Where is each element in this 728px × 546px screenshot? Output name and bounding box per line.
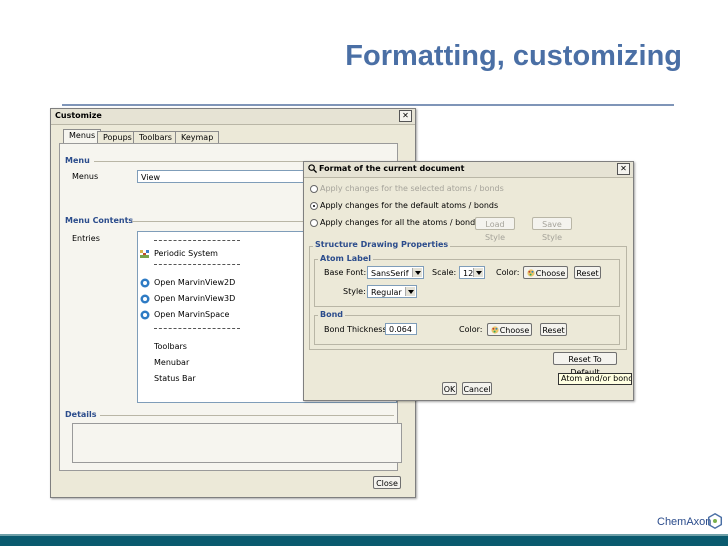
palette-icon	[491, 326, 499, 334]
list-item-open-marvinview2d[interactable]: Open MarvinView2D	[154, 278, 235, 287]
close-button[interactable]: Close	[373, 476, 401, 489]
list-separator	[154, 264, 240, 265]
tooltip: Atom and/or bond dra	[558, 373, 632, 385]
atom-color-label: Color:	[496, 268, 520, 277]
style-value: Regular	[371, 288, 402, 297]
list-separator	[154, 240, 240, 241]
radio-default-atoms[interactable]	[310, 202, 318, 210]
ok-button[interactable]: OK	[442, 382, 457, 395]
radio-all-atoms[interactable]	[310, 219, 318, 227]
chemaxon-logo: ChemAxon	[657, 516, 712, 528]
bond-thickness-label: Bond Thickness:	[324, 325, 390, 334]
list-item-open-marvinview3d[interactable]: Open MarvinView3D	[154, 294, 235, 303]
list-item-open-marvinspace[interactable]: Open MarvinSpace	[154, 310, 229, 319]
reset-to-default-button[interactable]: Reset To Default	[553, 352, 617, 377]
marvin-icon	[140, 294, 150, 304]
menus-select-value: View	[141, 173, 160, 182]
close-icon[interactable]: ✕	[617, 163, 630, 175]
palette-icon	[527, 269, 535, 277]
style-select[interactable]: Regular	[367, 285, 417, 298]
title-divider	[62, 104, 674, 106]
details-section-label: Details	[65, 410, 97, 419]
structure-drawing-group-title: Structure Drawing Properties	[313, 240, 451, 249]
list-item-periodic-system[interactable]: Periodic System	[154, 249, 218, 258]
atom-label-group-title: Atom Label	[318, 254, 374, 263]
format-title: Format of the current document	[319, 164, 465, 173]
load-style-button[interactable]: Load Style	[475, 217, 515, 242]
entries-label: Entries	[72, 234, 100, 243]
menu-section-label: Menu	[65, 156, 90, 165]
save-style-button[interactable]: Save Style	[532, 217, 572, 242]
format-dialog: Format of the current document ✕ Apply c…	[303, 161, 634, 401]
scale-value: 12	[463, 269, 474, 278]
base-font-label: Base Font:	[324, 268, 367, 277]
bond-reset-button[interactable]: Reset	[540, 323, 567, 336]
scale-select[interactable]: 12	[459, 266, 485, 279]
marvin-icon	[140, 310, 150, 320]
close-icon[interactable]: ✕	[399, 110, 412, 122]
atom-reset-button[interactable]: Reset	[574, 266, 601, 279]
list-item-menubar[interactable]: Menubar	[154, 358, 189, 367]
atom-choose-color-button[interactable]: Choose	[523, 266, 568, 279]
list-item-status-bar[interactable]: Status Bar	[154, 374, 196, 383]
list-separator	[154, 328, 240, 329]
scale-label: Scale:	[432, 268, 457, 277]
radio-default-atoms-label: Apply changes for the default atoms / bo…	[320, 201, 499, 210]
base-font-value: SansSerif	[371, 269, 409, 278]
bond-thickness-input[interactable]: 0.064	[385, 323, 417, 335]
tab-menus[interactable]: Menus	[63, 129, 102, 144]
marvin-icon	[140, 278, 150, 288]
bond-group-title: Bond	[318, 310, 346, 319]
cancel-button[interactable]: Cancel	[462, 382, 492, 395]
list-item-toolbars[interactable]: Toolbars	[154, 342, 187, 351]
section-divider	[100, 415, 394, 416]
base-font-select[interactable]: SansSerif	[367, 266, 424, 279]
footer-band	[0, 536, 728, 546]
customize-titlebar[interactable]: Customize ✕	[51, 109, 415, 125]
menu-contents-section-label: Menu Contents	[65, 216, 134, 225]
search-icon	[308, 164, 317, 173]
bond-color-label: Color:	[459, 325, 483, 334]
bond-choose-color-button[interactable]: Choose	[487, 323, 532, 336]
chemaxon-logo-mark	[707, 512, 723, 530]
menus-label: Menus	[72, 172, 99, 181]
customize-title: Customize	[55, 111, 102, 120]
periodic-table-icon	[140, 250, 149, 258]
radio-selected-atoms-label: Apply changes for the selected atoms / b…	[320, 184, 504, 193]
radio-selected-atoms[interactable]	[310, 185, 318, 193]
slide-title: Formatting, customizing	[345, 40, 682, 72]
format-titlebar[interactable]: Format of the current document ✕	[304, 162, 633, 178]
radio-all-atoms-label: Apply changes for all the atoms / bonds	[320, 218, 480, 227]
details-area	[72, 423, 402, 463]
style-label: Style:	[343, 287, 366, 296]
